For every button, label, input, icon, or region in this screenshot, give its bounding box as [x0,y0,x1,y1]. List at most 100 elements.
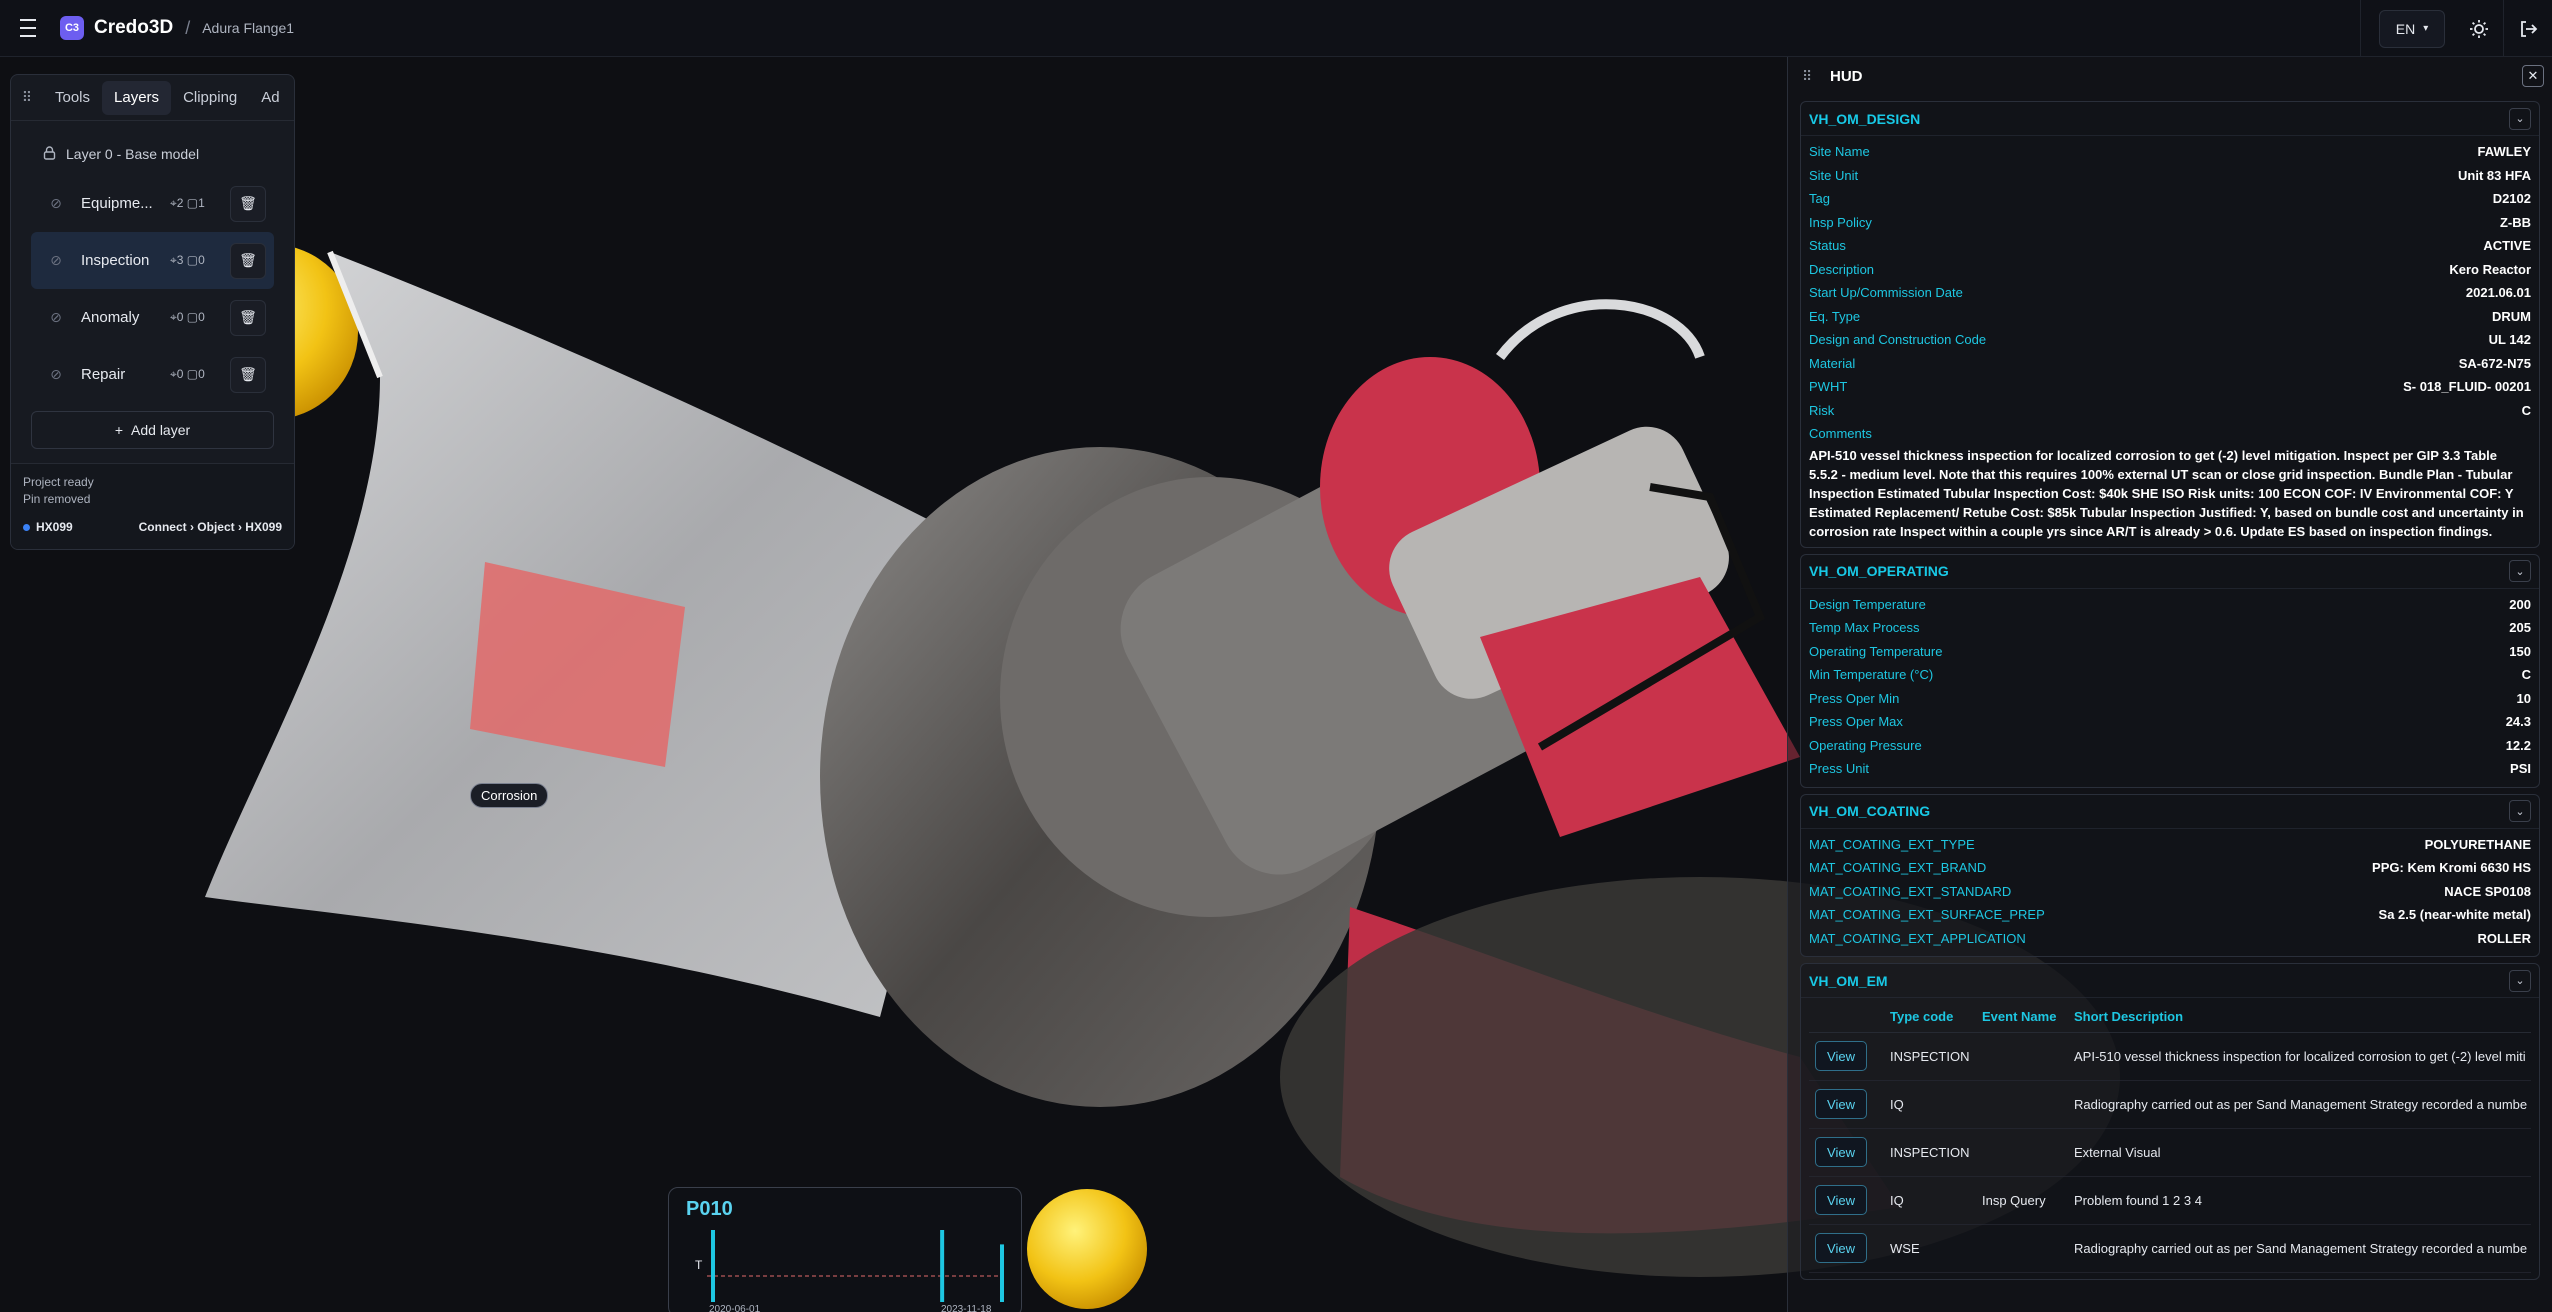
tab-clipping[interactable]: Clipping [171,81,249,115]
chevron-down-icon[interactable]: ⌄ [2509,800,2531,822]
view-button[interactable]: View [1815,1233,1867,1263]
app-name: Credo3D [94,17,174,38]
section-title: VH_OM_EM [1809,972,1888,989]
add-layer-button[interactable]: + Add layer [31,411,274,449]
trash-icon[interactable]: 🗑 [230,185,266,222]
p010-chart-card[interactable]: P010 T 2020-06-01 2023-11-18 [668,1187,1022,1312]
eye-off-icon[interactable]: ⊘ [31,366,81,383]
trash-icon[interactable]: 🗑 [230,242,266,279]
field-value: 205 [2509,620,2531,636]
theme-toggle-sun-icon[interactable] [2455,0,2503,57]
field-label: Operating Temperature [1809,643,1943,659]
chart-bar [1000,1244,1004,1302]
hud-panel: ⠿ HUD ✕ VH_OM_DESIGN ⌄ Site Name FAWLEY Si… [1787,57,2552,1312]
layer-row-repair[interactable]: ⊘ Repair ⌖0 ▢0 🗑 [31,346,274,403]
comments-label-row: Comments [1809,422,2531,446]
layer-row-equipment[interactable]: ⊘ Equipme... ⌖2 ▢1 🗑 [31,175,274,232]
em-table-wrap: Type code Event Name Short Description V… [1801,998,2539,1279]
field-row: Site Unit Unit 83 HFA [1809,164,2531,188]
field-label: Material [1809,355,1856,371]
section-operating: VH_OM_OPERATING ⌄ Design Temperature 200 T… [1800,553,2540,788]
trash-icon[interactable]: 🗑 [230,356,266,393]
field-value: 10 [2516,690,2531,706]
tab-ad[interactable]: Ad [249,81,291,115]
em-table: Type code Event Name Short Description V… [1809,1002,2531,1273]
event-name-cell [1976,1128,2068,1177]
operating-fields: Design Temperature 200 Temp Max Process 205… [1801,589,2539,787]
view-button[interactable]: View [1815,1089,1867,1119]
view-button[interactable]: View [1815,1137,1867,1167]
field-value: SA-672-N75 [2458,355,2531,371]
event-name-cell [1976,1224,2068,1273]
design-fields: Site Name FAWLEY Site Unit Unit 83 HFA Tag D2… [1801,136,2539,547]
layer-name: Repair [81,366,126,383]
add-layer-label: Add layer [131,422,191,438]
field-label: PWHT [1809,379,1848,395]
field-row: Risk C [1809,399,2531,423]
chevron-down-icon[interactable]: ⌄ [2509,107,2531,130]
field-row: Design Temperature 200 [1809,593,2531,617]
language-select[interactable]: EN ▾ [2379,9,2445,48]
field-label: Eq. Type [1809,308,1861,324]
description-cell: Problem found 1 2 3 4 [2068,1176,2531,1225]
drag-handle-icon[interactable]: ⠿ [11,89,43,106]
table-row: View IQ Radiography carried out as per San… [1809,1080,2531,1129]
top-bar: C3 Credo3D / Adura Flange1 EN ▾ [0,0,2552,57]
field-row: Operating Temperature 150 [1809,640,2531,664]
field-value: Kero Reactor [2449,261,2531,277]
eye-off-icon[interactable]: ⊘ [31,252,81,269]
hamburger-menu-icon[interactable] [0,0,56,57]
field-row: MAT_COATING_EXT_SURFACE_PREP Sa 2.5 (near… [1809,903,2531,927]
chart-bar [940,1230,945,1302]
field-row: Tag D2102 [1809,187,2531,211]
field-row: MAT_COATING_EXT_BRAND PPG: Kem Kromi 6630… [1809,856,2531,880]
field-value: POLYURETHANE [2424,836,2531,852]
field-value: 12.2 [2505,737,2531,753]
field-value: FAWLEY [2477,144,2531,160]
section-header[interactable]: VH_OM_DESIGN ⌄ [1801,102,2539,136]
drag-handle-icon[interactable]: ⠿ [1802,68,1822,85]
panel-tabs: ⠿ Tools Layers Clipping Ad [11,75,294,121]
section-header[interactable]: VH_OM_COATING ⌄ [1801,795,2539,829]
field-value: DRUM [2492,308,2531,324]
logout-icon[interactable] [2504,0,2552,57]
tab-layers[interactable]: Layers [102,80,172,115]
eye-off-icon[interactable]: ⊘ [31,195,81,212]
field-label: Insp Policy [1809,214,1872,230]
corrosion-marker-label[interactable]: Corrosion [470,783,549,808]
field-label: Temp Max Process [1809,620,1920,636]
base-layer-row: Layer 0 - Base model [11,133,294,175]
field-row: Design and Construction Code UL 142 [1809,328,2531,352]
field-value: S- 018_FLUID- 00201 [2403,379,2531,395]
view-cell: View [1809,1128,1884,1177]
field-value: 200 [2509,596,2531,612]
hud-title: HUD [1830,67,1863,85]
breadcrumb-project[interactable]: Adura Flange1 [202,20,294,36]
object-path: Connect › Object › HX099 [138,520,282,534]
layer-row-inspection[interactable]: ⊘ Inspection ⌖3 ▢0 🗑 [31,232,274,289]
section-title: VH_OM_DESIGN [1809,110,1921,127]
field-value: 24.3 [2505,714,2531,730]
view-button[interactable]: View [1815,1185,1867,1215]
chevron-down-icon[interactable]: ⌄ [2509,969,2531,992]
section-header[interactable]: VH_OM_EM ⌄ [1801,964,2539,998]
field-label: MAT_COATING_EXT_SURFACE_PREP [1809,907,2045,923]
layer-row-anomaly[interactable]: ⊘ Anomaly ⌖0 ▢0 🗑 [31,289,274,346]
layer-name: Equipme... [81,195,153,212]
field-value: D2102 [2492,191,2531,207]
field-row: Temp Max Process 205 [1809,616,2531,640]
section-title: VH_OM_OPERATING [1809,563,1949,579]
trash-icon[interactable]: 🗑 [230,299,266,336]
status-line-2: Pin removed [23,492,91,506]
eye-off-icon[interactable]: ⊘ [31,309,81,326]
field-value: C [2521,667,2531,683]
close-icon[interactable]: ✕ [2522,65,2544,87]
section-header[interactable]: VH_OM_OPERATING ⌄ [1801,555,2539,589]
panel-status-footer: Project ready Pin removed HX099 Connect … [11,463,294,549]
chevron-down-icon[interactable]: ⌄ [2509,560,2531,582]
tab-tools[interactable]: Tools [43,81,102,115]
view-button[interactable]: View [1815,1041,1867,1071]
field-row: Press Unit PSI [1809,757,2531,781]
description-cell: Radiography carried out as per Sand Mana… [2068,1080,2531,1129]
table-row: View IQ Insp Query Problem found 1 2 3 4 [1809,1176,2531,1225]
